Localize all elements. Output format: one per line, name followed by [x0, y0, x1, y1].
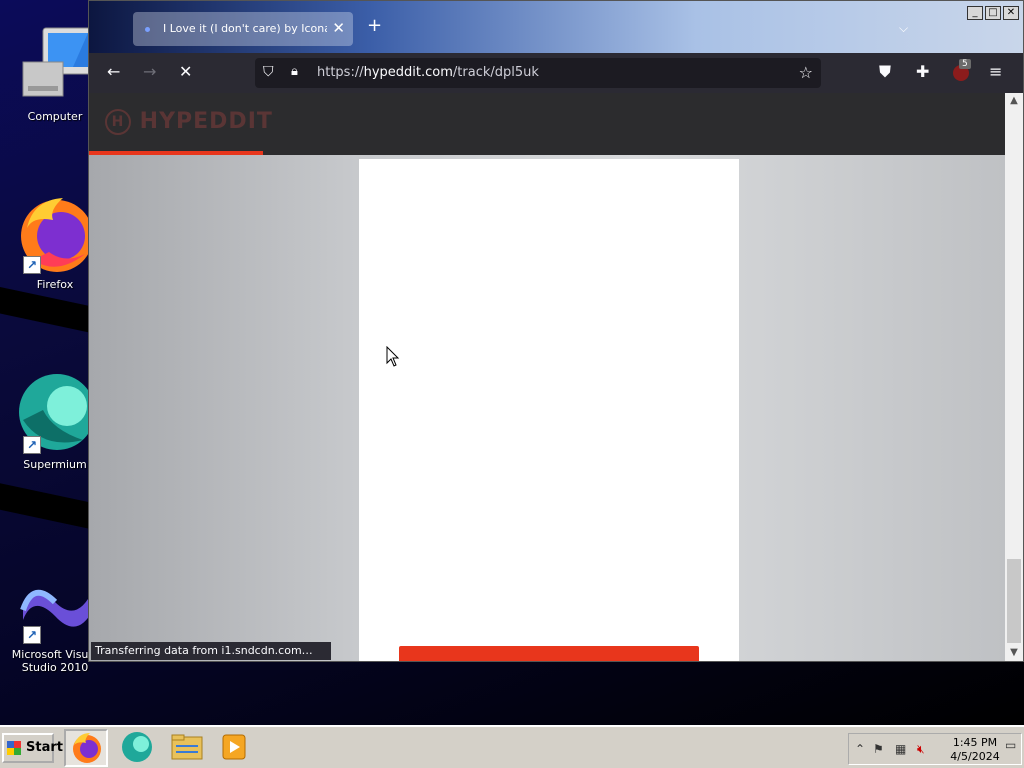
firefox-icon: ↗ — [13, 190, 97, 274]
windows-logo-icon — [7, 741, 21, 755]
action-center-flag-icon[interactable]: ⚑ — [873, 742, 884, 756]
navigation-toolbar: ← → ✕ ⛉ 🔒︎ https://hypeddit.com/track/dp… — [89, 53, 1023, 93]
vertical-scrollbar[interactable]: ▲ ▼ — [1005, 93, 1023, 661]
loading-dot-icon — [145, 27, 150, 32]
computer-icon — [13, 22, 97, 106]
tab-close-icon[interactable]: ✕ — [332, 19, 345, 37]
shortcut-arrow-icon: ↗ — [23, 626, 41, 644]
media-player-icon — [222, 734, 246, 760]
taskbar-explorer[interactable] — [166, 729, 210, 767]
volume-muted-icon[interactable]: 🔇︎ — [917, 742, 925, 757]
url-scheme: https:// — [317, 65, 364, 80]
clock-date: 4/5/2024 — [950, 750, 1000, 763]
browser-window: I Love it (I don't care) by Icona Pop ✕ … — [88, 0, 1024, 662]
scrollbar-thumb[interactable] — [1007, 559, 1021, 643]
forward-button[interactable]: → — [143, 63, 156, 81]
show-desktop-icon[interactable]: ▭ — [1005, 738, 1016, 752]
stop-loading-button[interactable]: ✕ — [179, 63, 192, 81]
new-tab-button[interactable]: + — [367, 17, 382, 35]
download-card — [359, 159, 739, 661]
network-icon[interactable]: ▦ — [895, 742, 906, 756]
extension-badge: 5 — [959, 59, 971, 69]
shortcut-arrow-icon: ↗ — [23, 436, 41, 454]
tab-strip: I Love it (I don't care) by Icona Pop ✕ … — [89, 1, 1023, 53]
site-header: H HYPEDDIT — [89, 93, 1005, 156]
system-tray: ⌃ ⚑ ▦ 🔇︎ 1:45 PM 4/5/2024 ▭ — [848, 733, 1022, 765]
start-label: Start — [26, 740, 63, 755]
back-button[interactable]: ← — [107, 63, 120, 81]
url-host: hypeddit.com — [363, 65, 453, 80]
visual-studio-icon: ↗ — [13, 560, 97, 644]
taskbar: Start ⌃ ⚑ ▦ 🔇︎ 1:45 PM 4/5/2024 ▭ — [0, 725, 1024, 768]
url-text[interactable]: https://hypeddit.com/track/dpl5uk — [317, 65, 539, 80]
url-path: /track/dpl5uk — [452, 65, 539, 80]
maximize-button[interactable]: □ — [985, 6, 1001, 20]
page-viewport: H HYPEDDIT Transferring data from i1.snd… — [89, 93, 1005, 661]
tab-title: I Love it (I don't care) by Icona Pop — [163, 22, 327, 35]
logo-h-icon: H — [105, 109, 131, 135]
shortcut-arrow-icon: ↗ — [23, 256, 41, 274]
mouse-cursor-icon — [386, 346, 400, 367]
download-button[interactable] — [399, 646, 699, 661]
url-bar[interactable]: ⛉ 🔒︎ https://hypeddit.com/track/dpl5uk ☆ — [255, 58, 821, 88]
folder-icon — [171, 734, 203, 760]
hamburger-menu-icon[interactable]: ≡ — [989, 63, 1002, 81]
minimize-button[interactable]: _ — [967, 6, 983, 20]
tab-list-chevron-icon[interactable]: ⌵ — [899, 21, 908, 36]
taskbar-supermium[interactable] — [116, 729, 160, 767]
scroll-down-arrow-icon[interactable]: ▼ — [1005, 645, 1023, 661]
supermium-icon — [122, 732, 152, 762]
logo-text: HYPEDDIT — [139, 109, 273, 134]
scroll-up-arrow-icon[interactable]: ▲ — [1005, 93, 1023, 109]
hypeddit-logo[interactable]: H HYPEDDIT — [105, 109, 273, 135]
supermium-icon: ↗ — [13, 370, 97, 454]
status-bar: Transferring data from i1.sndcdn.com… — [91, 642, 331, 660]
clock[interactable]: 1:45 PM 4/5/2024 — [945, 736, 1005, 764]
lock-icon[interactable]: 🔒︎ — [291, 64, 298, 79]
bookmark-star-icon[interactable]: ☆ — [799, 63, 813, 82]
firefox-icon — [73, 733, 101, 763]
taskbar-media-player[interactable] — [214, 729, 258, 767]
shield-icon[interactable]: ⛉ — [263, 64, 274, 80]
start-button[interactable]: Start — [2, 733, 63, 763]
clock-time: 1:45 PM — [952, 736, 998, 749]
tab-active[interactable]: I Love it (I don't care) by Icona Pop ✕ — [133, 12, 353, 46]
close-window-button[interactable]: ✕ — [1003, 6, 1019, 20]
pocket-icon[interactable]: ⛊ — [879, 63, 891, 81]
show-hidden-icons-chevron-icon[interactable]: ⌃ — [855, 742, 865, 756]
extensions-puzzle-icon[interactable]: ✚ — [916, 63, 929, 81]
taskbar-firefox[interactable] — [64, 729, 108, 767]
